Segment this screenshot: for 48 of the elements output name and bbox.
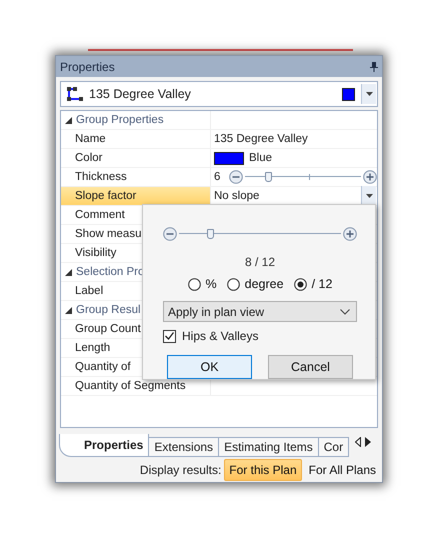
plus-button[interactable] xyxy=(363,170,377,184)
radio-icon[interactable] xyxy=(188,278,201,290)
radio-icon[interactable] xyxy=(226,278,240,290)
property-value: No slope xyxy=(214,190,260,202)
property-label[interactable]: Slope factor xyxy=(61,187,211,205)
mode-dropdown[interactable]: Apply in plan view xyxy=(163,301,357,322)
display-option[interactable]: For All Plans xyxy=(304,460,380,480)
plus-button[interactable] xyxy=(343,226,357,240)
panel-title: Properties xyxy=(60,60,115,74)
slider-thumb[interactable] xyxy=(264,172,272,182)
expander-icon[interactable] xyxy=(65,268,72,276)
property-value: 6 xyxy=(214,171,220,183)
slider-thumb[interactable] xyxy=(207,228,214,238)
category-label[interactable]: Group Properties xyxy=(76,114,164,126)
display-option[interactable]: For this Plan xyxy=(224,459,302,481)
dialog-button[interactable]: Cancel xyxy=(268,355,353,379)
hips-checkbox[interactable] xyxy=(163,330,176,342)
dropdown-button[interactable] xyxy=(361,186,376,206)
dialog-button[interactable]: OK xyxy=(167,355,252,379)
property-value: 135 Degree Valley xyxy=(214,133,308,145)
property-label[interactable]: Name xyxy=(61,130,211,148)
tab[interactable]: Estimating Items xyxy=(218,437,319,457)
tab[interactable]: Properties xyxy=(59,434,150,457)
property-label[interactable]: Thickness xyxy=(61,168,211,186)
valley-icon xyxy=(67,87,83,101)
tab[interactable]: Cor xyxy=(318,437,350,457)
pin-icon[interactable] xyxy=(370,62,378,72)
unit-radio[interactable]: / 12 xyxy=(294,277,332,291)
display-label: Display results: xyxy=(140,463,222,477)
unit-radio[interactable]: degree xyxy=(226,277,284,291)
dropdown-button[interactable] xyxy=(361,84,376,104)
minus-button[interactable] xyxy=(163,226,177,240)
scroll-left-icon[interactable] xyxy=(355,437,362,447)
scroll-right-icon[interactable] xyxy=(365,437,372,447)
property-label[interactable]: Color xyxy=(61,149,211,167)
property-value: Blue xyxy=(249,152,272,164)
group-name: 135 Degree Valley xyxy=(89,87,192,101)
tab[interactable]: Extensions xyxy=(148,437,220,457)
minus-button[interactable] xyxy=(229,170,244,184)
expander-icon[interactable] xyxy=(65,116,72,124)
caret-icon xyxy=(366,92,372,96)
caret-icon xyxy=(366,194,372,198)
category-label[interactable]: Group Resul xyxy=(76,304,141,316)
radio-icon[interactable] xyxy=(294,278,307,290)
group-selector[interactable]: 135 Degree Valley xyxy=(60,81,378,107)
chevron-icon xyxy=(340,308,350,314)
expander-icon[interactable] xyxy=(65,306,72,314)
slope-reading: 8 / 12 xyxy=(244,255,276,269)
